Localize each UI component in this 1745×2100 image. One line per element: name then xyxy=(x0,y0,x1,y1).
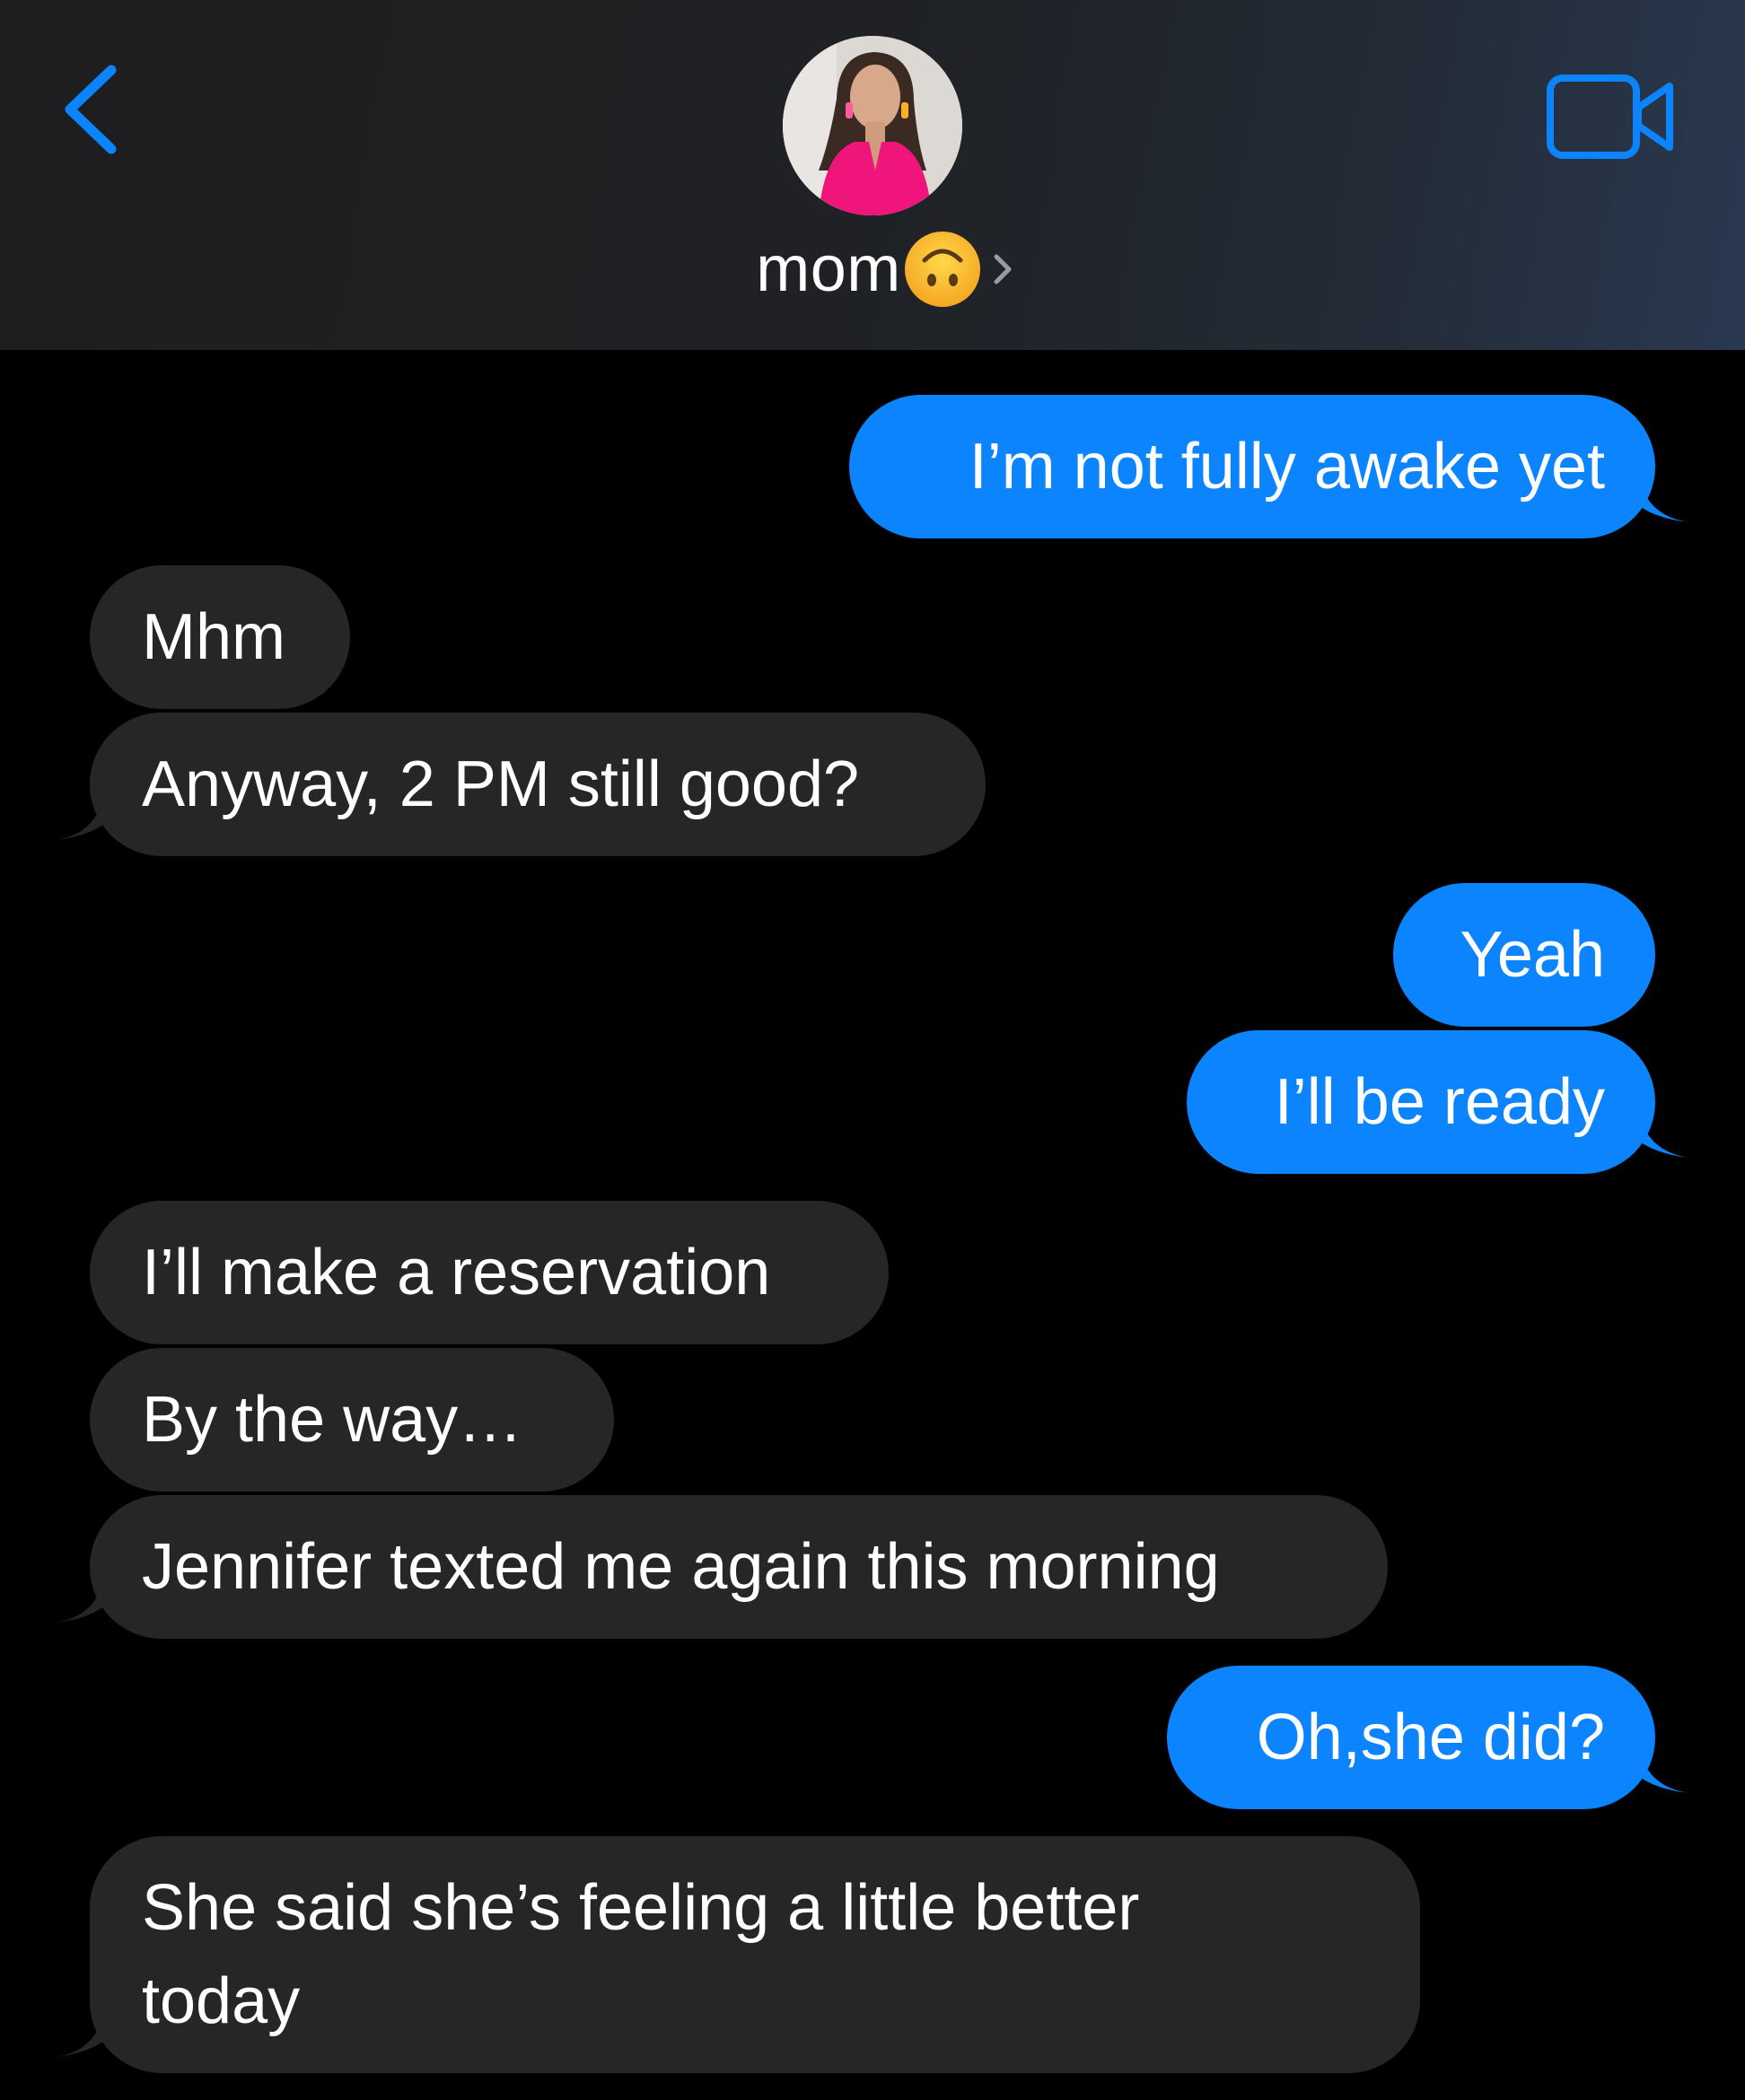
outgoing-message[interactable]: Yeah xyxy=(1393,883,1655,1027)
incoming-message[interactable]: I’ll make a reservation xyxy=(90,1201,889,1344)
message-text: I’ll make a reservation xyxy=(142,1237,771,1308)
conversation-header: mom xyxy=(0,0,1745,350)
incoming-message[interactable]: By the way… xyxy=(90,1348,614,1492)
outgoing-message[interactable]: I’ll be ready xyxy=(1187,1030,1655,1174)
contact-name-row[interactable]: mom xyxy=(0,220,1745,319)
contact-avatar[interactable] xyxy=(783,36,962,215)
incoming-message[interactable]: Anyway, 2 PM still good? xyxy=(90,713,986,856)
outgoing-message[interactable]: Oh,she did? xyxy=(1167,1666,1655,1809)
outgoing-message[interactable]: I’m not fully awake yet xyxy=(849,395,1655,538)
message-thread[interactable]: I’m not fully awake yet Mhm Anyway, 2 PM… xyxy=(0,350,1745,2100)
message-text: I’ll be ready xyxy=(1274,1066,1605,1138)
incoming-message[interactable]: Mhm xyxy=(90,565,350,709)
incoming-bubble-tail xyxy=(56,2001,127,2057)
contact-name: mom xyxy=(756,233,901,305)
message-text: Mhm xyxy=(142,601,285,673)
message-text: She said she’s feeling a little better t… xyxy=(142,1872,1140,2037)
outgoing-bubble-tail xyxy=(1616,467,1688,522)
outgoing-bubble-tail xyxy=(1616,1737,1688,1793)
message-text: Jennifer texted me again this morning xyxy=(142,1531,1220,1603)
back-chevron-icon[interactable] xyxy=(54,56,126,163)
message-text: Oh,she did? xyxy=(1256,1702,1605,1773)
outgoing-bubble-tail xyxy=(1616,1102,1688,1158)
incoming-message[interactable]: Jennifer texted me again this morning xyxy=(90,1495,1388,1639)
incoming-bubble-tail xyxy=(56,1567,127,1623)
video-call-icon[interactable] xyxy=(1546,74,1677,160)
message-text: Yeah xyxy=(1460,919,1605,991)
message-text: Anyway, 2 PM still good? xyxy=(142,748,860,820)
message-text: I’m not fully awake yet xyxy=(969,431,1605,503)
incoming-bubble-tail xyxy=(56,784,127,840)
message-text: By the way… xyxy=(142,1384,523,1456)
upside-down-face-icon xyxy=(904,232,980,307)
chevron-right-icon xyxy=(994,254,1012,284)
incoming-message[interactable]: She said she’s feeling a little better t… xyxy=(90,1836,1420,2073)
